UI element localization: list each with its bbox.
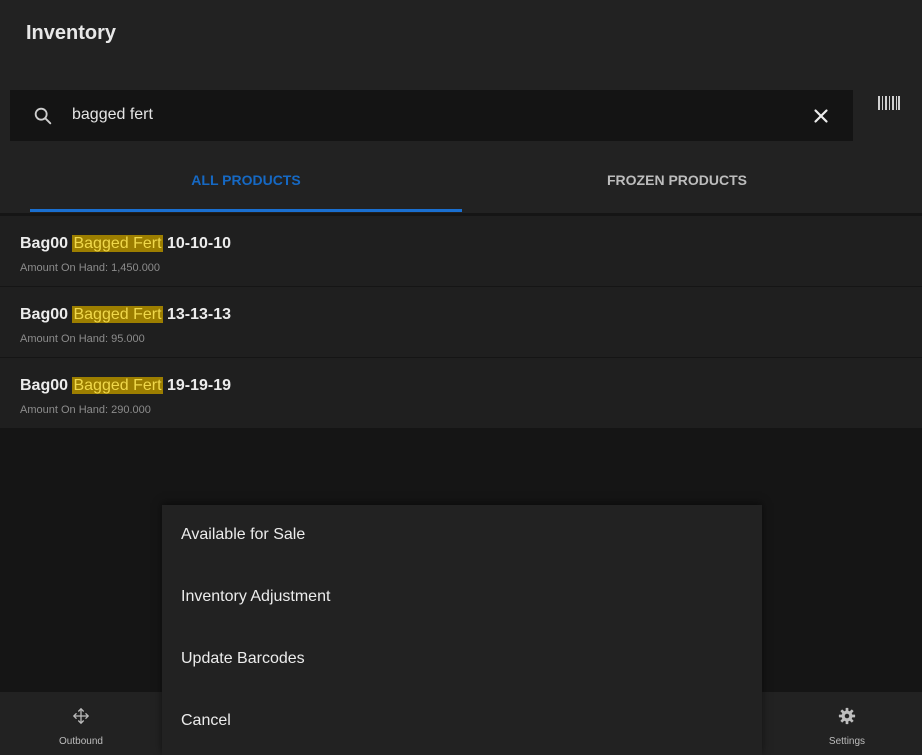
product-suffix: 10-10-10: [167, 235, 232, 252]
active-tab-indicator: [30, 209, 462, 212]
product-suffix: 19-19-19: [167, 377, 232, 394]
update-barcodes-option[interactable]: Update Barcodes: [162, 629, 762, 691]
option-label: Available for Sale: [181, 526, 306, 543]
option-label: Cancel: [181, 712, 231, 729]
search-highlight: Bagged Fert: [72, 235, 163, 252]
amount-on-hand: Amount On Hand: 290.000: [20, 404, 151, 416]
search-highlight: Bagged Fert: [72, 377, 163, 394]
product-list: Bag00 Bagged Fert 10-10-10 Amount On Han…: [0, 216, 922, 429]
product-prefix: Bag00: [20, 306, 69, 323]
tab-frozen-products[interactable]: FROZEN PRODUCTS: [462, 146, 892, 213]
product-name: Bag00 Bagged Fert 13-13-13: [20, 306, 231, 324]
product-prefix: Bag00: [20, 377, 69, 394]
option-label: Update Barcodes: [181, 650, 305, 667]
product-name: Bag00 Bagged Fert 19-19-19: [20, 377, 231, 395]
search-highlight: Bagged Fert: [72, 306, 163, 323]
page-title: Inventory: [26, 22, 117, 44]
amount-on-hand: Amount On Hand: 1,450.000: [20, 262, 161, 274]
nav-settings-label: Settings: [828, 736, 866, 747]
app-header: Inventory: [0, 0, 922, 73]
search-row: bagged fert: [0, 73, 922, 146]
close-icon[interactable]: [810, 105, 832, 127]
cancel-option[interactable]: Cancel: [162, 691, 762, 753]
gear-icon: [838, 707, 856, 725]
list-item[interactable]: Bag00 Bagged Fert 13-13-13 Amount On Han…: [0, 287, 922, 358]
product-prefix: Bag00: [20, 235, 69, 252]
amount-on-hand: Amount On Hand: 95.000: [20, 333, 145, 345]
list-item[interactable]: Bag00 Bagged Fert 10-10-10 Amount On Han…: [0, 216, 922, 287]
nav-settings-button[interactable]: Settings: [792, 692, 902, 755]
search-bar[interactable]: bagged fert: [10, 90, 853, 141]
tab-all-products[interactable]: ALL PRODUCTS: [30, 146, 462, 213]
search-icon: [34, 107, 52, 125]
product-name: Bag00 Bagged Fert 10-10-10: [20, 235, 231, 253]
nav-outbound-button[interactable]: Outbound: [26, 692, 136, 755]
tab-bar: ALL PRODUCTS FROZEN PRODUCTS: [0, 146, 922, 213]
action-sheet: Available for Sale Inventory Adjustment …: [162, 505, 762, 755]
search-input[interactable]: bagged fert: [72, 106, 153, 124]
list-item[interactable]: Bag00 Bagged Fert 19-19-19 Amount On Han…: [0, 358, 922, 429]
nav-outbound-label: Outbound: [59, 736, 103, 747]
move-arrows-icon: [72, 707, 90, 725]
available-for-sale-option[interactable]: Available for Sale: [162, 505, 762, 567]
product-suffix: 13-13-13: [167, 306, 232, 323]
inventory-adjustment-option[interactable]: Inventory Adjustment: [162, 567, 762, 629]
barcode-icon[interactable]: [878, 96, 900, 110]
option-label: Inventory Adjustment: [181, 588, 331, 605]
